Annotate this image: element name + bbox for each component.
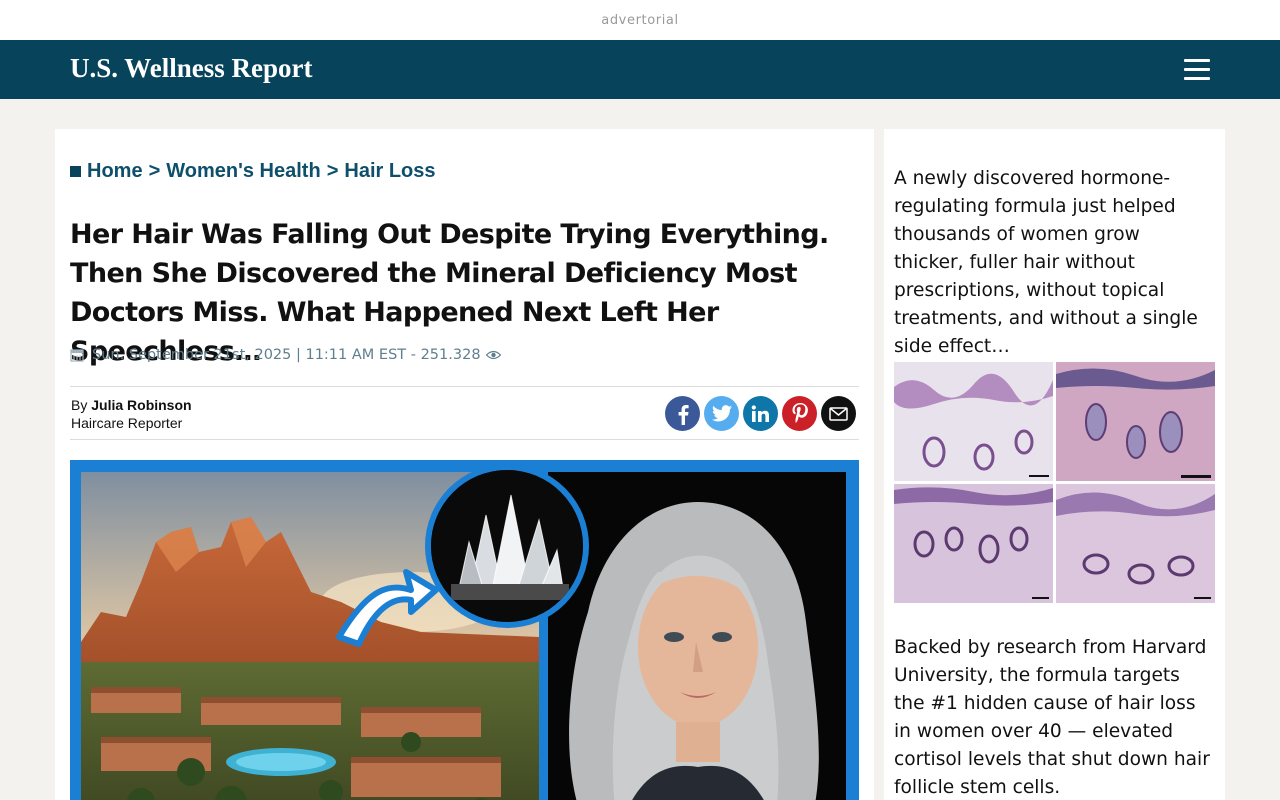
breadcrumb-square-icon [70,166,81,177]
twitter-share-button[interactable] [704,396,739,431]
hero-image [70,460,859,800]
twitter-icon [711,405,732,422]
byline-prefix: By [71,397,88,413]
author-role: Haircare Reporter [71,415,183,431]
site-brand[interactable]: U.S. Wellness Report [70,53,313,84]
email-icon [829,406,848,421]
breadcrumb-separator: > [326,160,339,182]
eye-icon [485,350,501,360]
advertorial-bar: advertorial [0,0,1280,40]
dateline-text: Sun. September 21st, 2025 | 11:11 AM EST… [92,347,481,363]
woman-portrait-image [548,472,846,800]
breadcrumb-hair-loss[interactable]: Hair Loss [344,160,435,183]
hamburger-menu-icon[interactable] [1176,56,1218,84]
author-name[interactable]: Julia Robinson [91,397,191,413]
article-card: Home > Women's Health > Hair Loss Her Ha… [55,129,874,800]
pinterest-icon [792,403,808,423]
breadcrumb-womens-health[interactable]: Women's Health [166,160,320,183]
breadcrumb: Home > Women's Health > Hair Loss [70,160,436,183]
crystal-circle-image [425,464,589,628]
divider [70,386,859,387]
breadcrumb-home[interactable]: Home [87,160,143,183]
linkedin-icon [751,404,769,422]
site-header: U.S. Wellness Report [0,40,1280,99]
article-dateline: Sun. September 21st, 2025 | 11:11 AM EST… [70,347,501,363]
linkedin-share-button[interactable] [743,396,778,431]
calendar-icon [70,349,84,362]
byline: By Julia Robinson [71,396,192,414]
facebook-share-button[interactable] [665,396,700,431]
sidebar-card: A newly discovered hormone-regulating fo… [884,129,1225,800]
pinterest-share-button[interactable] [782,396,817,431]
sidebar-paragraph-1: A newly discovered hormone-regulating fo… [894,168,1198,357]
breadcrumb-separator: > [148,160,161,182]
hair-follicle-histology-image [894,362,1215,603]
email-share-button[interactable] [821,396,856,431]
facebook-icon [678,404,689,425]
sidebar-paragraph-2: Backed by research from Harvard Universi… [894,637,1210,798]
advertorial-label: advertorial [601,12,679,28]
divider [70,439,859,440]
